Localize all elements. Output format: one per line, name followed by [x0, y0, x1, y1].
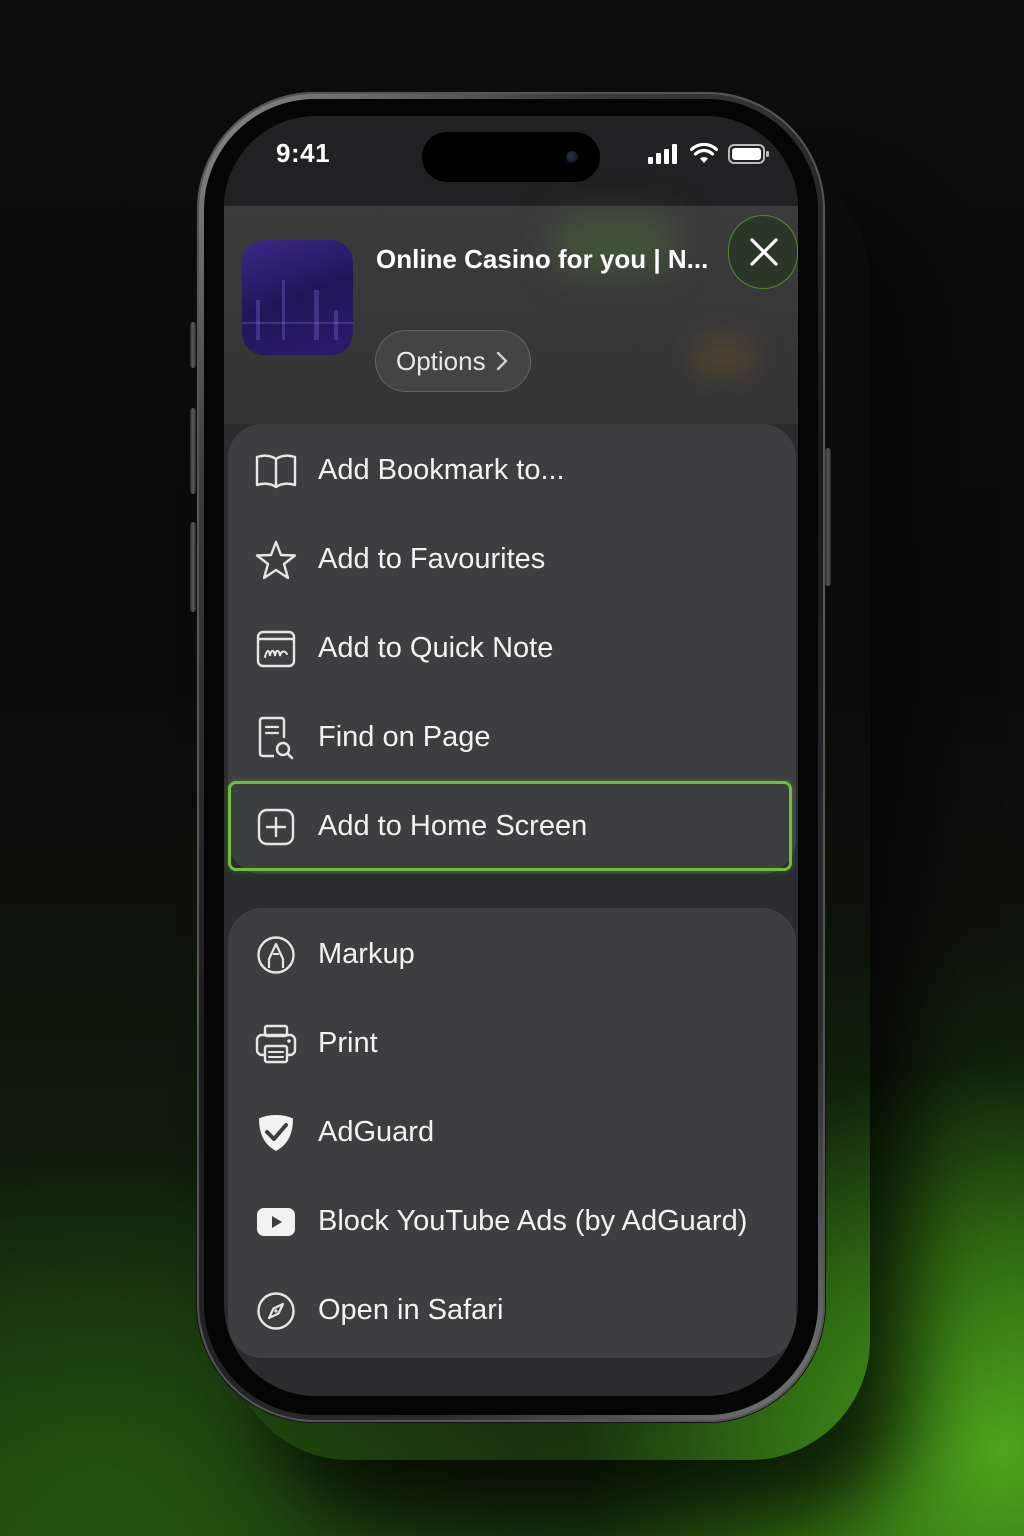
thumbnail-detail: [314, 290, 319, 340]
adguard-shield-icon: [254, 1111, 298, 1155]
battery-icon: [728, 144, 769, 164]
dynamic-island: [422, 132, 600, 182]
close-button[interactable]: [728, 215, 798, 289]
book-icon: [254, 449, 298, 493]
menu-item-print[interactable]: Print: [228, 999, 796, 1088]
menu-item-add-quick-note[interactable]: Add to Quick Note: [228, 604, 796, 693]
find-on-page-icon: [254, 716, 298, 760]
chevron-right-icon: [496, 351, 507, 371]
menu-item-label: Find on Page: [318, 721, 491, 753]
screen: 9:41 Online Casino for you | N... Option…: [224, 116, 798, 1396]
compass-icon: [254, 1289, 298, 1333]
thumbnail-detail: [334, 310, 338, 340]
menu-item-label: AdGuard: [318, 1116, 435, 1148]
menu-item-add-favourites[interactable]: Add to Favourites: [228, 515, 796, 604]
volume-down-button: [190, 522, 196, 612]
close-icon: [750, 238, 778, 266]
volume-up-button: [190, 408, 196, 494]
menu-item-label: Add Bookmark to...: [318, 454, 565, 486]
menu-group-page-actions: Add Bookmark to... Add to Favourites Add…: [228, 424, 796, 874]
page-title: Online Casino for you | N...: [376, 244, 709, 274]
menu-item-label: Print: [318, 1027, 378, 1059]
status-icons: [648, 142, 770, 166]
status-time: 9:41: [276, 138, 331, 168]
background-blur: [694, 336, 754, 376]
star-icon: [254, 538, 298, 582]
page-thumbnail: [242, 240, 353, 355]
power-button: [825, 448, 831, 586]
share-sheet-header: Online Casino for you | N... Options: [224, 206, 798, 424]
menu-item-label: Add to Quick Note: [318, 632, 554, 664]
status-bar: 9:41: [224, 116, 798, 206]
bottom-area: [224, 1360, 798, 1396]
menu-item-adguard[interactable]: AdGuard: [228, 1088, 796, 1177]
wifi-icon: [690, 143, 718, 163]
quick-note-icon: [254, 627, 298, 671]
youtube-icon: [254, 1200, 298, 1244]
options-label: Options: [396, 345, 486, 376]
menu-item-label: Open in Safari: [318, 1294, 504, 1326]
menu-item-open-in-safari[interactable]: Open in Safari: [228, 1266, 796, 1355]
menu-group-extensions: Markup Print AdGuard Block YouTube Ads (…: [228, 908, 796, 1358]
action-button: [190, 322, 196, 368]
markup-icon: [254, 933, 298, 977]
camera-icon: [566, 151, 578, 163]
signal-icon: [648, 144, 677, 164]
menu-item-block-youtube-ads[interactable]: Block YouTube Ads (by AdGuard): [228, 1177, 796, 1266]
menu-item-add-bookmark[interactable]: Add Bookmark to...: [228, 426, 796, 515]
menu-item-label: Markup: [318, 938, 415, 970]
thumbnail-detail: [242, 322, 353, 324]
printer-icon: [254, 1022, 298, 1066]
thumbnail-detail: [256, 300, 260, 340]
menu-item-label: Block YouTube Ads (by AdGuard): [318, 1205, 748, 1237]
menu-item-markup[interactable]: Markup: [228, 910, 796, 999]
thumbnail-detail: [282, 280, 285, 340]
highlight-outline: [228, 781, 792, 871]
menu-item-label: Add to Favourites: [318, 543, 546, 575]
menu-item-find-on-page[interactable]: Find on Page: [228, 693, 796, 782]
options-button[interactable]: Options: [375, 330, 531, 392]
